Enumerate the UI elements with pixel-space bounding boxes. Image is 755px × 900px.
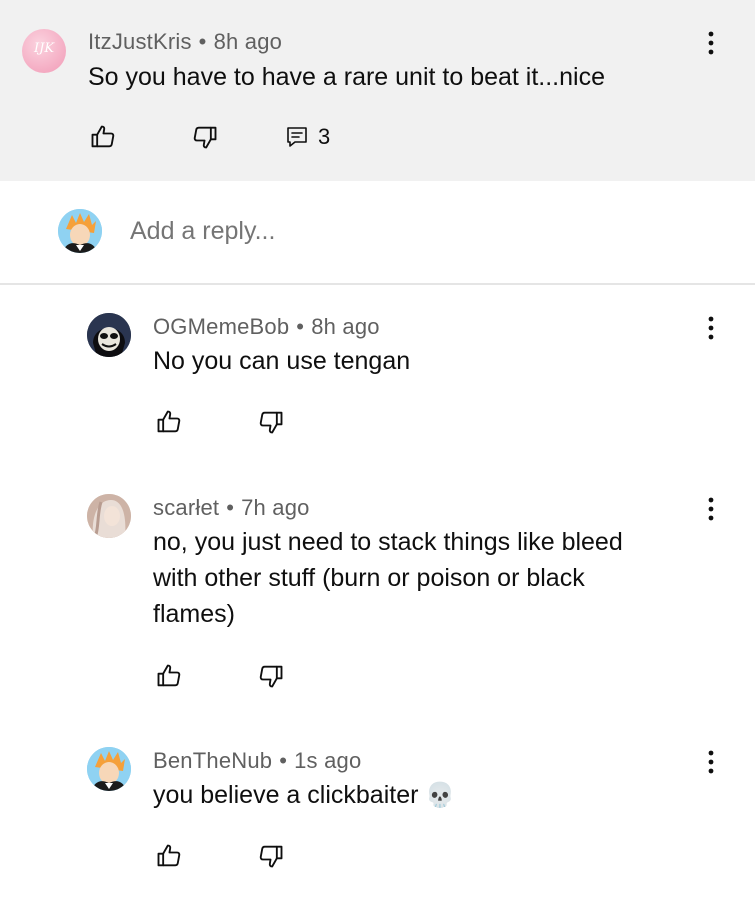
current-user-avatar — [58, 209, 102, 253]
parent-author-name[interactable]: ItzJustKris — [88, 29, 192, 54]
like-button[interactable] — [86, 122, 120, 152]
dislike-button[interactable] — [254, 407, 288, 437]
reply-meta: OGMemeBob • 8h ago — [153, 314, 380, 340]
reply-count-button[interactable] — [283, 122, 311, 152]
avatar-initials: IJK — [33, 41, 55, 56]
reply-more-button[interactable] — [696, 747, 726, 777]
meta-separator: • — [198, 29, 207, 54]
reply-timestamp: 1s ago — [294, 748, 362, 773]
like-icon — [157, 410, 181, 433]
dislike-button[interactable] — [188, 122, 222, 152]
reply-author-avatar[interactable] — [87, 747, 131, 791]
reply-text-line: you believe a clickbaiter 💀 — [153, 777, 455, 814]
meta-separator: • — [226, 495, 235, 520]
parent-more-button[interactable] — [696, 28, 726, 58]
reply-author-avatar[interactable] — [87, 494, 131, 538]
reply-author-avatar[interactable] — [87, 313, 131, 357]
more-vert-icon — [708, 750, 714, 774]
reply-text-line: No you can use tengan — [153, 347, 411, 375]
parent-comment-meta: ItzJustKris • 8h ago — [88, 29, 282, 55]
parent-comment-text: So you have to have a rare unit to beat … — [88, 63, 605, 91]
like-icon — [157, 664, 181, 687]
like-button[interactable] — [152, 841, 186, 871]
reply-text-line: flames) — [153, 600, 235, 628]
reply-meta: BenTheNub • 1s ago — [153, 748, 361, 774]
dislike-icon — [259, 845, 283, 868]
dislike-button[interactable] — [254, 661, 288, 691]
avatar-image — [87, 747, 131, 791]
reply-more-button[interactable] — [696, 494, 726, 524]
reply-count[interactable]: 3 — [318, 124, 330, 150]
reply-more-button[interactable] — [696, 313, 726, 343]
more-vert-icon — [708, 31, 714, 55]
more-vert-icon — [708, 497, 714, 521]
more-vert-icon — [708, 316, 714, 340]
meta-separator: • — [279, 748, 288, 773]
user-avatar-art — [58, 209, 102, 253]
dislike-button[interactable] — [254, 841, 288, 871]
meta-separator: • — [296, 314, 305, 339]
reply-divider — [0, 283, 755, 285]
like-button[interactable] — [152, 407, 186, 437]
parent-timestamp: 8h ago — [213, 29, 283, 54]
like-button[interactable] — [152, 661, 186, 691]
like-icon — [91, 125, 115, 148]
dislike-icon — [193, 126, 217, 149]
like-icon — [157, 844, 181, 867]
reply-icon — [287, 127, 307, 147]
parent-author-avatar[interactable]: IJK — [22, 29, 66, 73]
dislike-icon — [259, 411, 283, 434]
reply-author-name[interactable]: scarłet — [153, 495, 219, 520]
reply-text-line: no, you just need to stack things like b… — [153, 528, 623, 556]
reply-author-name[interactable]: BenTheNub — [153, 748, 272, 773]
reply-timestamp: 7h ago — [241, 495, 310, 520]
reply-meta: scarłet • 7h ago — [153, 495, 310, 521]
reply-text-line: with other stuff (burn or poison or blac… — [153, 564, 585, 592]
add-reply-input[interactable] — [130, 212, 690, 250]
parent-comment: IJK ItzJustKris • 8h ago So you have to ha… — [0, 0, 755, 181]
avatar-image — [87, 494, 131, 538]
skull-emoji: 💀 — [425, 782, 456, 809]
dislike-icon — [259, 665, 283, 688]
avatar-image — [87, 313, 131, 357]
reply-author-name[interactable]: OGMemeBob — [153, 314, 289, 339]
reply-timestamp: 8h ago — [311, 314, 380, 339]
reply-text: you believe a clickbaiter — [153, 781, 419, 809]
